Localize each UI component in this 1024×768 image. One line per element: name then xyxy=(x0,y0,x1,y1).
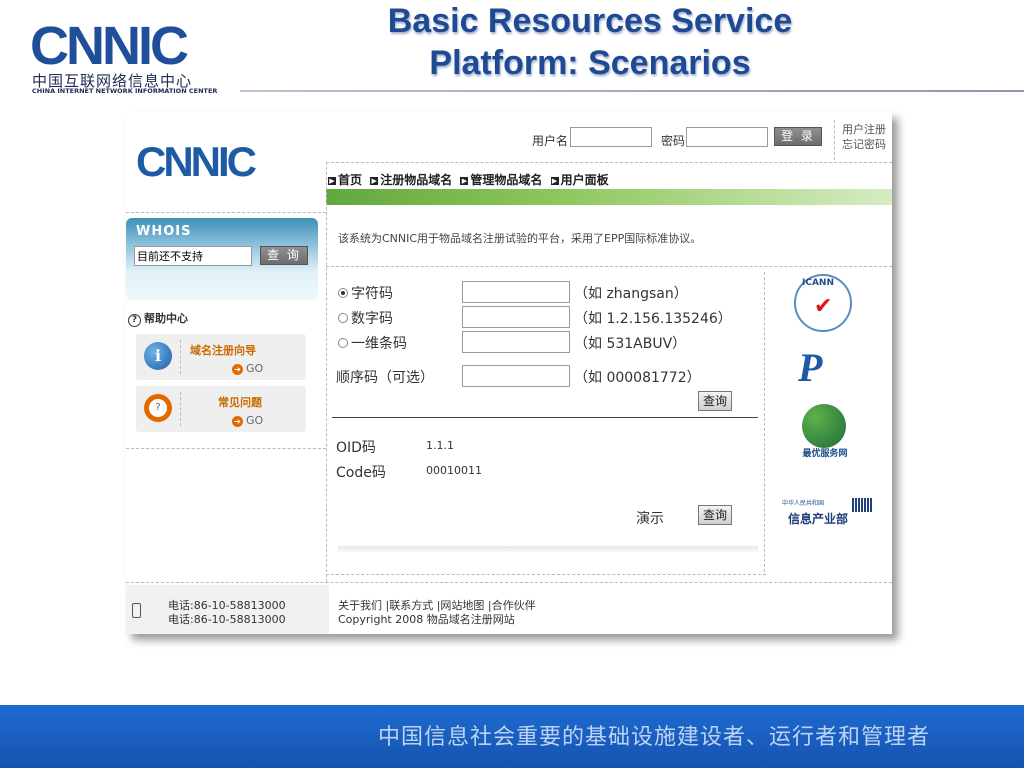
checkmark-icon: ✔ xyxy=(814,294,833,319)
help-card-register-guide[interactable]: i 域名注册向导 ➔ GO xyxy=(136,334,306,380)
code-value: 00010011 xyxy=(426,464,482,477)
question-icon: ? xyxy=(128,314,141,327)
arrow-right-icon: ▶ xyxy=(370,177,379,185)
footer-links[interactable]: 关于我们 |联系方式 |网站地图 |合作伙伴 xyxy=(338,599,536,613)
platform-description: 该系统为CNNIC用于物品域名注册试验的平台，采用了EPP国际标准协议。 xyxy=(338,232,702,245)
site-logo[interactable]: CNNIC xyxy=(136,138,257,186)
register-link[interactable]: 用户注册 xyxy=(842,122,886,137)
whois-query-button[interactable]: 查 询 xyxy=(260,246,308,265)
arrow-right-icon: ▶ xyxy=(328,177,336,185)
radio-char-code[interactable]: 字符码 xyxy=(338,283,393,303)
radio-selected-icon xyxy=(338,288,348,298)
slide-title-line1: Basic Resources Service xyxy=(387,2,793,40)
cnnic-logo: CNNIC xyxy=(30,16,189,76)
oid-value: 1.1.1 xyxy=(426,439,454,452)
char-code-example: （如 zhangsan） xyxy=(574,286,688,302)
help-card-faq[interactable]: ? 常见问题 ➔ GO xyxy=(136,386,306,432)
info-arrow-icon: i xyxy=(144,342,172,370)
mii-logo-top: 中华人民共和国 xyxy=(782,500,825,507)
form-query-button[interactable]: 查询 xyxy=(698,391,732,411)
radio-numeric-code[interactable]: 数字码 xyxy=(338,308,393,328)
sequence-example: （如 000081772） xyxy=(574,370,701,386)
account-links: 用户注册 忘记密码 xyxy=(842,122,886,152)
footer-copyright: Copyright 2008 物品域名注册网站 xyxy=(338,613,515,626)
whois-input[interactable] xyxy=(134,246,252,266)
best-service-logo: 最优服务网 xyxy=(794,404,856,462)
radio-barcode[interactable]: 一维条码 xyxy=(338,333,407,353)
register-guide-go[interactable]: ➔ GO xyxy=(232,362,263,375)
whois-title: WHOIS xyxy=(136,224,192,239)
sequence-label: 顺序码（可选） xyxy=(336,370,434,386)
oid-label: OID码 xyxy=(336,440,376,456)
faq-label[interactable]: 常见问题 xyxy=(218,394,262,410)
barcode-example: （如 531ABUV） xyxy=(574,336,687,352)
footer-phone: 电话:86-10-58813000 电话:86-10-58813000 xyxy=(168,599,286,626)
code-label: Code码 xyxy=(336,465,386,481)
nav-user-panel[interactable]: ▶ 用户面板 xyxy=(550,173,609,187)
nav-manage-domain[interactable]: ▶ 管理物品域名 xyxy=(460,173,542,187)
nav-register-domain[interactable]: ▶ 注册物品域名 xyxy=(370,173,452,187)
form-bottom-shade xyxy=(338,546,758,552)
radio-unselected-icon xyxy=(338,313,348,323)
username-input[interactable] xyxy=(570,127,652,147)
password-input[interactable] xyxy=(686,127,768,147)
main-nav: ▶ 首页 ▶ 注册物品域名 ▶ 管理物品域名 ▶ 用户面板 xyxy=(328,171,609,188)
numeric-code-example: （如 1.2.156.135246） xyxy=(574,311,732,327)
phone-icon xyxy=(132,603,141,618)
nav-home[interactable]: ▶ 首页 xyxy=(328,173,362,187)
username-label: 用户名 xyxy=(532,134,569,148)
help-center-title: ? 帮助中心 xyxy=(128,310,188,327)
register-guide-label[interactable]: 域名注册向导 xyxy=(190,342,256,358)
barcode-input[interactable] xyxy=(462,331,570,353)
demo-label: 演示 xyxy=(636,511,664,527)
arrow-right-icon: ▶ xyxy=(550,177,559,185)
mii-logo: 信息产业部 xyxy=(788,512,849,526)
cnnic-logo-english: CHINA INTERNET NETWORK INFORMATION CENTE… xyxy=(32,87,218,95)
login-button[interactable]: 登 录 xyxy=(774,127,822,146)
slide-title: Basic Resources Service Platform: Scenar… xyxy=(330,0,850,84)
mii-barcode-icon xyxy=(852,497,873,516)
lifebuoy-icon: ? xyxy=(144,394,172,422)
demo-query-button[interactable]: 查询 xyxy=(698,505,732,525)
arrow-right-icon: ▶ xyxy=(460,177,469,185)
faq-go[interactable]: ➔ GO xyxy=(232,414,263,427)
sequence-input[interactable] xyxy=(462,365,570,387)
title-divider xyxy=(240,90,1024,92)
globe-icon xyxy=(802,404,846,448)
char-code-input[interactable] xyxy=(462,281,570,303)
numeric-code-input[interactable] xyxy=(462,306,570,328)
radio-unselected-icon xyxy=(338,338,348,348)
nav-green-band xyxy=(326,189,892,205)
password-label: 密码 xyxy=(661,134,686,148)
slide-slogan: 中国信息社会重要的基础设施建设者、运行者和管理者 xyxy=(378,725,931,750)
forgot-password-link[interactable]: 忘记密码 xyxy=(842,137,886,152)
arrow-circle-icon: ➔ xyxy=(232,416,243,427)
slide-title-line2: Platform: Scenarios xyxy=(429,44,751,82)
footer-links-area: 关于我们 |联系方式 |网站地图 |合作伙伴 Copyright 2008 物品… xyxy=(338,599,536,627)
partner-p-logo: P xyxy=(798,345,823,390)
arrow-circle-icon: ➔ xyxy=(232,364,243,375)
platform-screenshot: CNNIC 用户名 密码 登 录 用户注册 忘记密码 ▶ 首页 ▶ 注册物品域名 ▶… xyxy=(126,112,892,634)
icann-logo: ICANN ✔ xyxy=(794,274,852,332)
